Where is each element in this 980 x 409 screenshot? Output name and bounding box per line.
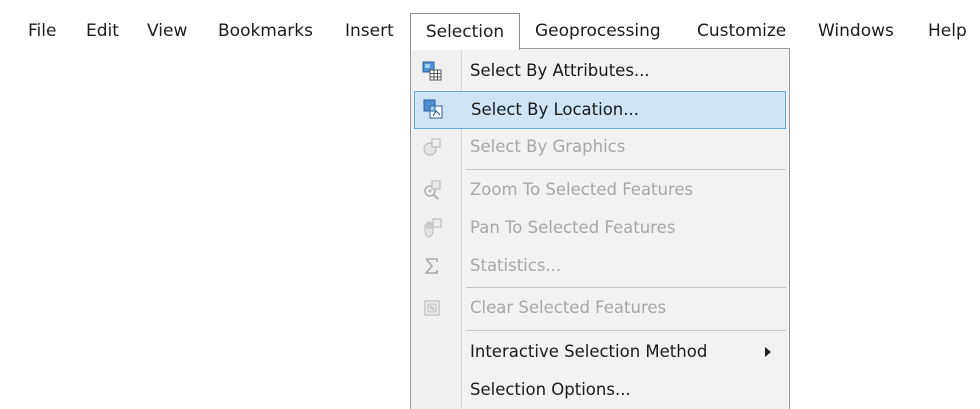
menu-item-statistics[interactable]: Statistics... xyxy=(411,247,789,285)
menu-view[interactable]: View xyxy=(147,14,187,48)
menu-file[interactable]: File xyxy=(28,14,56,48)
select-by-attributes-icon xyxy=(422,61,442,81)
menu-windows[interactable]: Windows xyxy=(818,14,894,48)
sigma-icon xyxy=(422,256,442,276)
menu-item-label: Select By Graphics xyxy=(470,137,626,156)
selection-dropdown-menu: Select By Attributes... Select By Locati… xyxy=(410,48,790,409)
menu-item-label: Clear Selected Features xyxy=(470,298,667,317)
zoom-to-selected-icon xyxy=(422,180,442,200)
menu-item-select-by-location[interactable]: Select By Location... xyxy=(414,91,786,129)
menu-item-interactive-selection-method[interactable]: Interactive Selection Method xyxy=(411,333,789,371)
menu-item-label: Statistics... xyxy=(470,256,562,275)
select-by-location-icon xyxy=(423,99,443,119)
menu-insert[interactable]: Insert xyxy=(345,14,394,48)
menu-item-selection-options[interactable]: Selection Options... xyxy=(411,371,789,409)
menu-item-pan-to-selected[interactable]: Pan To Selected Features xyxy=(411,209,789,247)
menu-item-clear-selected[interactable]: Clear Selected Features xyxy=(411,289,789,327)
menu-item-label: Selection Options... xyxy=(470,380,631,399)
menu-item-select-by-graphics[interactable]: Select By Graphics xyxy=(411,128,789,166)
menu-bookmarks[interactable]: Bookmarks xyxy=(218,14,313,48)
menu-customize[interactable]: Customize xyxy=(697,14,786,48)
clear-selection-icon xyxy=(422,298,442,318)
menu-selection[interactable]: Selection xyxy=(410,13,520,50)
menu-item-label: Interactive Selection Method xyxy=(470,342,708,361)
menu-item-zoom-to-selected[interactable]: Zoom To Selected Features xyxy=(411,171,789,209)
menu-separator xyxy=(466,330,786,331)
menu-separator xyxy=(466,287,786,288)
select-by-graphics-icon xyxy=(422,137,442,157)
menu-separator xyxy=(466,169,786,170)
pan-to-selected-icon xyxy=(422,218,442,238)
menu-bar: File Edit View Bookmarks Insert Selectio… xyxy=(0,0,980,50)
menu-item-label: Pan To Selected Features xyxy=(470,218,676,237)
menu-help[interactable]: Help xyxy=(928,14,967,48)
submenu-arrow-icon xyxy=(765,347,771,357)
menu-item-label: Select By Attributes... xyxy=(470,61,650,80)
menu-item-label: Select By Location... xyxy=(471,100,639,119)
menu-item-select-by-attributes[interactable]: Select By Attributes... xyxy=(411,52,789,90)
menu-geoprocessing[interactable]: Geoprocessing xyxy=(535,14,661,48)
menu-edit[interactable]: Edit xyxy=(86,14,119,48)
menu-item-label: Zoom To Selected Features xyxy=(470,180,694,199)
